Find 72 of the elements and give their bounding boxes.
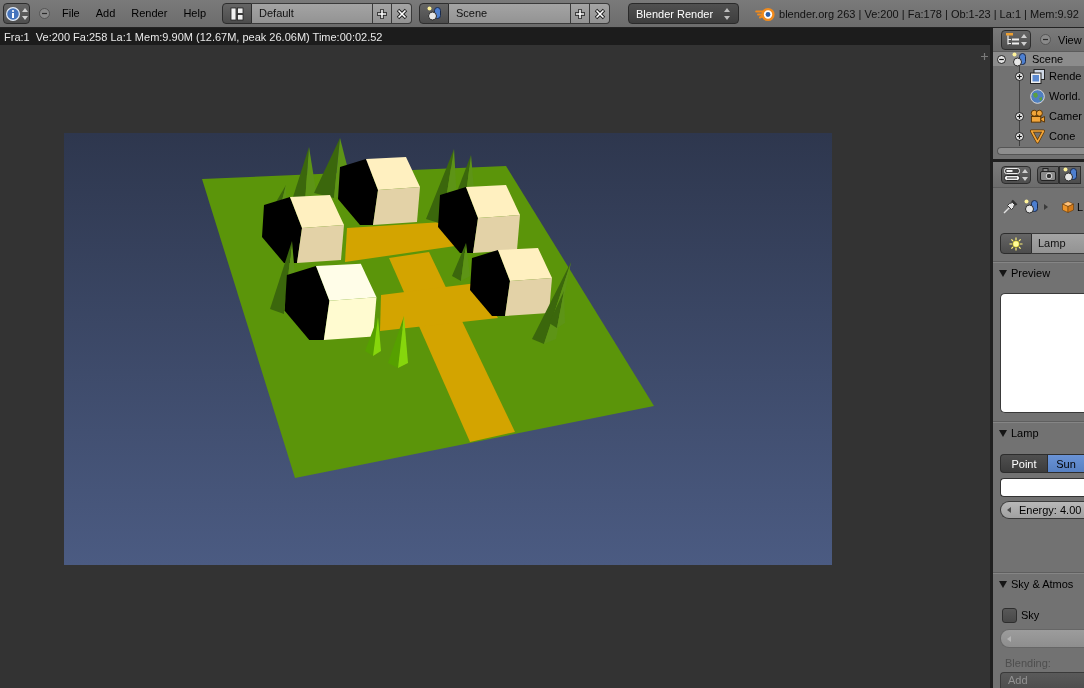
stats-text: blender.org 263 | Ve:200 | Fa:178 | Ob:1-23 | La:1 | Mem:9.92 <box>779 7 1079 20</box>
editor-type-button[interactable] <box>1001 29 1031 50</box>
plus-icon <box>574 7 586 20</box>
close-icon <box>395 7 408 20</box>
pin-icon[interactable] <box>1003 199 1018 214</box>
render-engine-dropdown[interactable]: Blender Render <box>628 3 739 24</box>
menu-item[interactable]: File <box>54 3 88 24</box>
tree-cone <box>388 316 408 368</box>
breadcrumb-label[interactable]: L <box>1077 200 1084 213</box>
render-stats-text: Fra:1 Ve:200 Fa:258 La:1 Mem:9.90M (12.67M, peak 26.06M) Time:00:02.52 <box>4 30 383 43</box>
delete-button[interactable] <box>392 3 412 24</box>
layout-button[interactable] <box>222 3 252 24</box>
scrollbar[interactable] <box>997 147 1084 155</box>
lamp-type-tab[interactable]: Sun <box>1047 454 1084 473</box>
checkbox-label[interactable]: Sky <box>1021 609 1040 621</box>
layout-icon <box>230 6 244 21</box>
sun-icon <box>1009 236 1023 251</box>
panel-icon <box>1004 168 1020 181</box>
blending-dropdown[interactable]: Add <box>1000 672 1084 688</box>
expand-icon[interactable] <box>1015 131 1024 141</box>
checkbox[interactable] <box>1002 607 1017 623</box>
expand-icon[interactable] <box>1015 71 1024 81</box>
lamp-type-tab[interactable]: Point <box>1000 454 1047 473</box>
arrow-left-icon[interactable] <box>1007 507 1011 513</box>
caret-icon <box>1044 203 1048 210</box>
scene-button[interactable] <box>419 3 449 24</box>
panel-header[interactable]: Lamp <box>993 422 1084 444</box>
delete-button[interactable] <box>590 3 610 24</box>
sphere-cylinder-icon <box>426 6 442 21</box>
expand-icon[interactable] <box>1015 111 1024 121</box>
menu-item[interactable]: Render <box>123 3 176 24</box>
menu-item[interactable]: Help <box>175 3 214 24</box>
sphere-cylinder-icon <box>1012 51 1027 67</box>
up-down-arrows-icon <box>21 7 28 20</box>
cube-icon[interactable] <box>1062 200 1074 213</box>
up-down-arrows-icon <box>1020 33 1027 46</box>
collapse-icon[interactable] <box>997 54 1006 64</box>
properties-tab[interactable] <box>1059 165 1081 184</box>
editor-type-button[interactable] <box>1001 165 1031 184</box>
tree-cone <box>365 317 381 356</box>
corner-plus-icon[interactable] <box>981 53 988 60</box>
layout-name-field[interactable]: Default <box>252 3 372 24</box>
up-down-arrows-icon <box>724 7 730 20</box>
globe-icon <box>1030 88 1045 104</box>
up-down-arrows-icon <box>1022 168 1028 181</box>
scene-name-field[interactable]: Scene <box>449 3 570 24</box>
sphere-cylinder-icon <box>1062 167 1078 182</box>
datablock-name-field[interactable]: Lamp <box>1032 233 1084 254</box>
close-icon <box>593 7 606 20</box>
properties-tab[interactable] <box>1037 165 1059 184</box>
panel-header[interactable]: Sky & Atmos <box>993 573 1084 595</box>
datablock-button[interactable] <box>1000 233 1032 254</box>
energy-field[interactable]: Energy: 4.00 <box>1000 501 1084 519</box>
outliner-item[interactable]: Scene <box>993 52 1084 66</box>
tree-cone <box>452 243 470 281</box>
logo-icon <box>755 5 775 22</box>
cone-icon <box>1030 128 1045 144</box>
menu-item[interactable]: View <box>1058 33 1082 46</box>
add-button[interactable] <box>372 3 392 24</box>
add-button[interactable] <box>570 3 590 24</box>
info-icon <box>5 6 20 21</box>
sphere-cylinder-icon[interactable] <box>1024 199 1039 214</box>
panel-header[interactable]: Preview <box>993 262 1084 284</box>
menu-item[interactable]: Add <box>87 3 124 24</box>
list-icon <box>1005 33 1019 46</box>
color-field[interactable] <box>1000 478 1084 497</box>
slider-field[interactable] <box>1000 629 1084 648</box>
editor-type-button[interactable] <box>3 3 30 24</box>
plus-icon <box>376 7 388 20</box>
camera-icon <box>1030 108 1045 124</box>
image-icon <box>1030 68 1045 84</box>
camera-icon <box>1040 168 1056 181</box>
